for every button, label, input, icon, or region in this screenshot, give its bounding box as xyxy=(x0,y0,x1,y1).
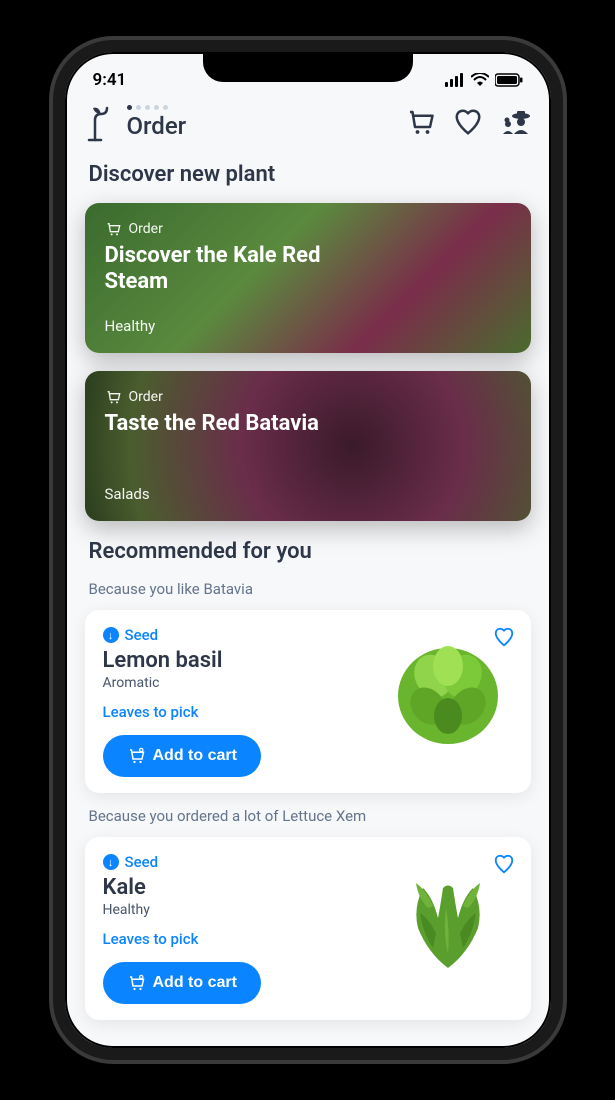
promo-tag: Healthy xyxy=(105,317,511,335)
cart-icon[interactable] xyxy=(405,107,435,137)
kale-illustration xyxy=(388,858,508,978)
recommended-reason: Because you like Batavia xyxy=(89,580,527,598)
app-header: Order xyxy=(85,102,531,142)
seed-badge-label: Seed xyxy=(125,853,159,871)
battery-icon xyxy=(495,73,523,87)
download-icon: ↓ xyxy=(103,627,119,643)
add-to-cart-button[interactable]: Add to cart xyxy=(103,735,261,777)
add-to-cart-label: Add to cart xyxy=(153,747,237,765)
recommendation-card-kale[interactable]: ↓ Seed Kale Healthy Leaves to pick Add t… xyxy=(85,837,531,1020)
discover-heading: Discover new plant xyxy=(89,162,527,187)
app-content: Order Discover new plant Order Discover … xyxy=(65,96,551,1048)
farmer-icon[interactable] xyxy=(501,107,531,137)
recommendation-card-basil[interactable]: ↓ Seed Lemon basil Aromatic Leaves to pi… xyxy=(85,610,531,793)
cart-small-icon xyxy=(105,389,121,405)
status-indicators xyxy=(445,73,523,87)
promo-badge-label: Order xyxy=(129,389,163,405)
header-left: Order xyxy=(85,102,187,142)
phone-notch xyxy=(203,52,413,82)
recommended-reason: Because you ordered a lot of Lettuce Xem xyxy=(89,807,527,825)
cart-small-icon xyxy=(105,221,121,237)
wifi-icon xyxy=(471,73,489,87)
favorite-icon[interactable] xyxy=(493,853,515,875)
page-title: Order xyxy=(127,112,187,140)
heart-icon[interactable] xyxy=(453,107,483,137)
recommended-heading: Recommended for you xyxy=(89,539,527,564)
seed-badge: ↓ Seed xyxy=(103,626,383,644)
promo-badge: Order xyxy=(105,389,511,405)
plant-status: Leaves to pick xyxy=(103,703,383,721)
promo-title: Taste the Red Batavia xyxy=(105,411,325,437)
add-to-cart-label: Add to cart xyxy=(153,974,237,992)
plant-category: Healthy xyxy=(103,902,383,918)
status-time: 9:41 xyxy=(93,70,127,90)
plant-status: Leaves to pick xyxy=(103,930,383,948)
promo-badge-label: Order xyxy=(129,221,163,237)
header-right xyxy=(405,107,531,137)
page-dots xyxy=(127,105,187,110)
favorite-icon[interactable] xyxy=(493,626,515,648)
plant-name: Lemon basil xyxy=(103,648,383,673)
cart-add-icon xyxy=(127,974,145,992)
basil-illustration xyxy=(388,631,508,751)
seed-badge: ↓ Seed xyxy=(103,853,383,871)
download-icon: ↓ xyxy=(103,854,119,870)
promo-badge: Order xyxy=(105,221,511,237)
phone-frame: 9:41 Order Discover xyxy=(53,40,563,1060)
seed-badge-label: Seed xyxy=(125,626,159,644)
add-to-cart-button[interactable]: Add to cart xyxy=(103,962,261,1004)
signal-icon xyxy=(445,73,465,87)
plant-category: Aromatic xyxy=(103,675,383,691)
cart-add-icon xyxy=(127,747,145,765)
plant-name: Kale xyxy=(103,875,383,900)
promo-tag: Salads xyxy=(105,485,511,503)
promo-card-kale[interactable]: Order Discover the Kale Red Steam Health… xyxy=(85,203,531,353)
plant-logo-icon xyxy=(85,102,117,142)
promo-title: Discover the Kale Red Steam xyxy=(105,243,325,296)
promo-card-batavia[interactable]: Order Taste the Red Batavia Salads xyxy=(85,371,531,521)
